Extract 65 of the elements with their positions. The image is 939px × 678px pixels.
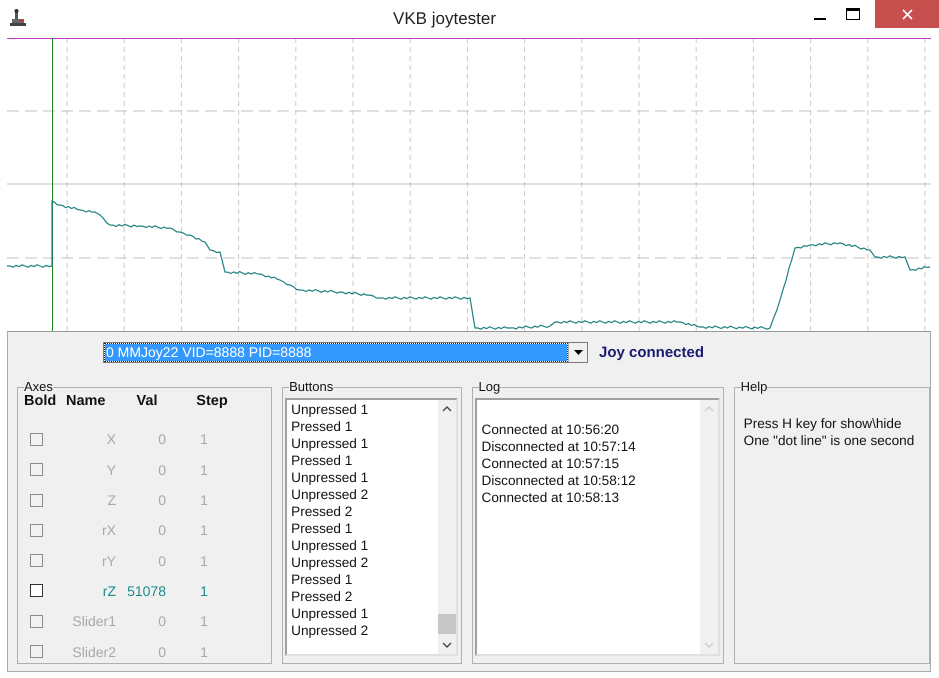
list-item: Unpressed 2 xyxy=(291,554,370,571)
log-entry: Connected at 10:58:13 xyxy=(482,489,620,506)
axis-step: 1 xyxy=(178,636,246,667)
scrollbar[interactable] xyxy=(438,400,456,654)
log-entry: Connected at 10:57:15 xyxy=(482,455,620,472)
scroll-thumb[interactable] xyxy=(438,614,456,634)
axis-step: 1 xyxy=(178,515,246,546)
axis-value: 0 xyxy=(157,552,167,571)
maximize-icon xyxy=(846,8,860,20)
axis-step: 1 xyxy=(178,454,246,485)
list-item: Pressed 2 xyxy=(291,503,354,520)
axis-name: rZ xyxy=(102,582,116,601)
log-entry: Disconnected at 10:57:14 xyxy=(482,438,637,455)
list-item: Pressed 1 xyxy=(291,571,354,588)
axis-value: 51078 xyxy=(126,582,167,601)
list-item: Pressed 1 xyxy=(291,520,354,537)
group-title: Log xyxy=(478,380,500,394)
device-dropdown[interactable]: 0 MMJoy22 VID=8888 PID=8888 xyxy=(103,342,588,363)
list-item: Unpressed 1 xyxy=(291,605,370,622)
checkbox[interactable] xyxy=(30,584,43,598)
group-title: Buttons xyxy=(289,380,334,394)
list-item: Unpressed 2 xyxy=(291,486,370,503)
axis-name: Slider1 xyxy=(71,612,116,632)
axis-step: 1 xyxy=(178,576,246,606)
connection-status: Joy connected xyxy=(599,344,704,361)
axis-name: Z xyxy=(106,491,116,510)
axis-name: rY xyxy=(101,552,116,571)
axis-step: 1 xyxy=(178,606,246,636)
column-header: Name xyxy=(66,392,106,411)
list-item: Unpressed 1 xyxy=(291,537,370,554)
joystick-icon xyxy=(10,9,26,27)
axis-name: rX xyxy=(101,521,116,540)
axis-name: Slider2 xyxy=(71,642,116,662)
close-icon xyxy=(902,8,912,20)
list-item: Pressed 1 xyxy=(291,452,354,469)
help-text: Press H key for show\hide xyxy=(744,415,903,432)
log-entry: Disconnected at 10:58:12 xyxy=(482,472,637,489)
window-title: VKB joytester xyxy=(392,8,497,29)
log-entry: Connected at 10:56:20 xyxy=(482,421,620,438)
help-text: One "dot line" is one second xyxy=(744,432,916,449)
column-header: Step xyxy=(195,392,229,411)
close-button[interactable] xyxy=(875,0,939,28)
list-item: Pressed 1 xyxy=(291,418,354,435)
axis-name: X xyxy=(106,430,116,450)
axis-step: 1 xyxy=(178,424,246,455)
axis-value: 0 xyxy=(157,430,167,450)
group-title: Help xyxy=(740,380,768,394)
list-item: Unpressed 1 xyxy=(291,401,370,418)
list-item: Unpressed 1 xyxy=(291,435,370,452)
axis-value: 0 xyxy=(157,460,167,480)
axis-value: 0 xyxy=(157,521,167,540)
list-item: Unpressed 1 xyxy=(291,469,370,486)
list-item: Pressed 2 xyxy=(291,588,354,605)
axis-value: 0 xyxy=(157,491,167,510)
axis-step: 1 xyxy=(178,484,246,516)
caret-icon xyxy=(574,350,582,355)
column-header: Val xyxy=(136,392,158,411)
column-header: Bold xyxy=(24,392,58,411)
axis-value: 0 xyxy=(157,642,167,662)
minimize-icon xyxy=(814,18,826,20)
axis-name: Y xyxy=(106,460,116,480)
group-title: Axes xyxy=(24,380,53,394)
axis-value: 0 xyxy=(157,612,167,632)
list-item: Unpressed 2 xyxy=(291,622,370,639)
axis-step: 1 xyxy=(178,545,246,576)
